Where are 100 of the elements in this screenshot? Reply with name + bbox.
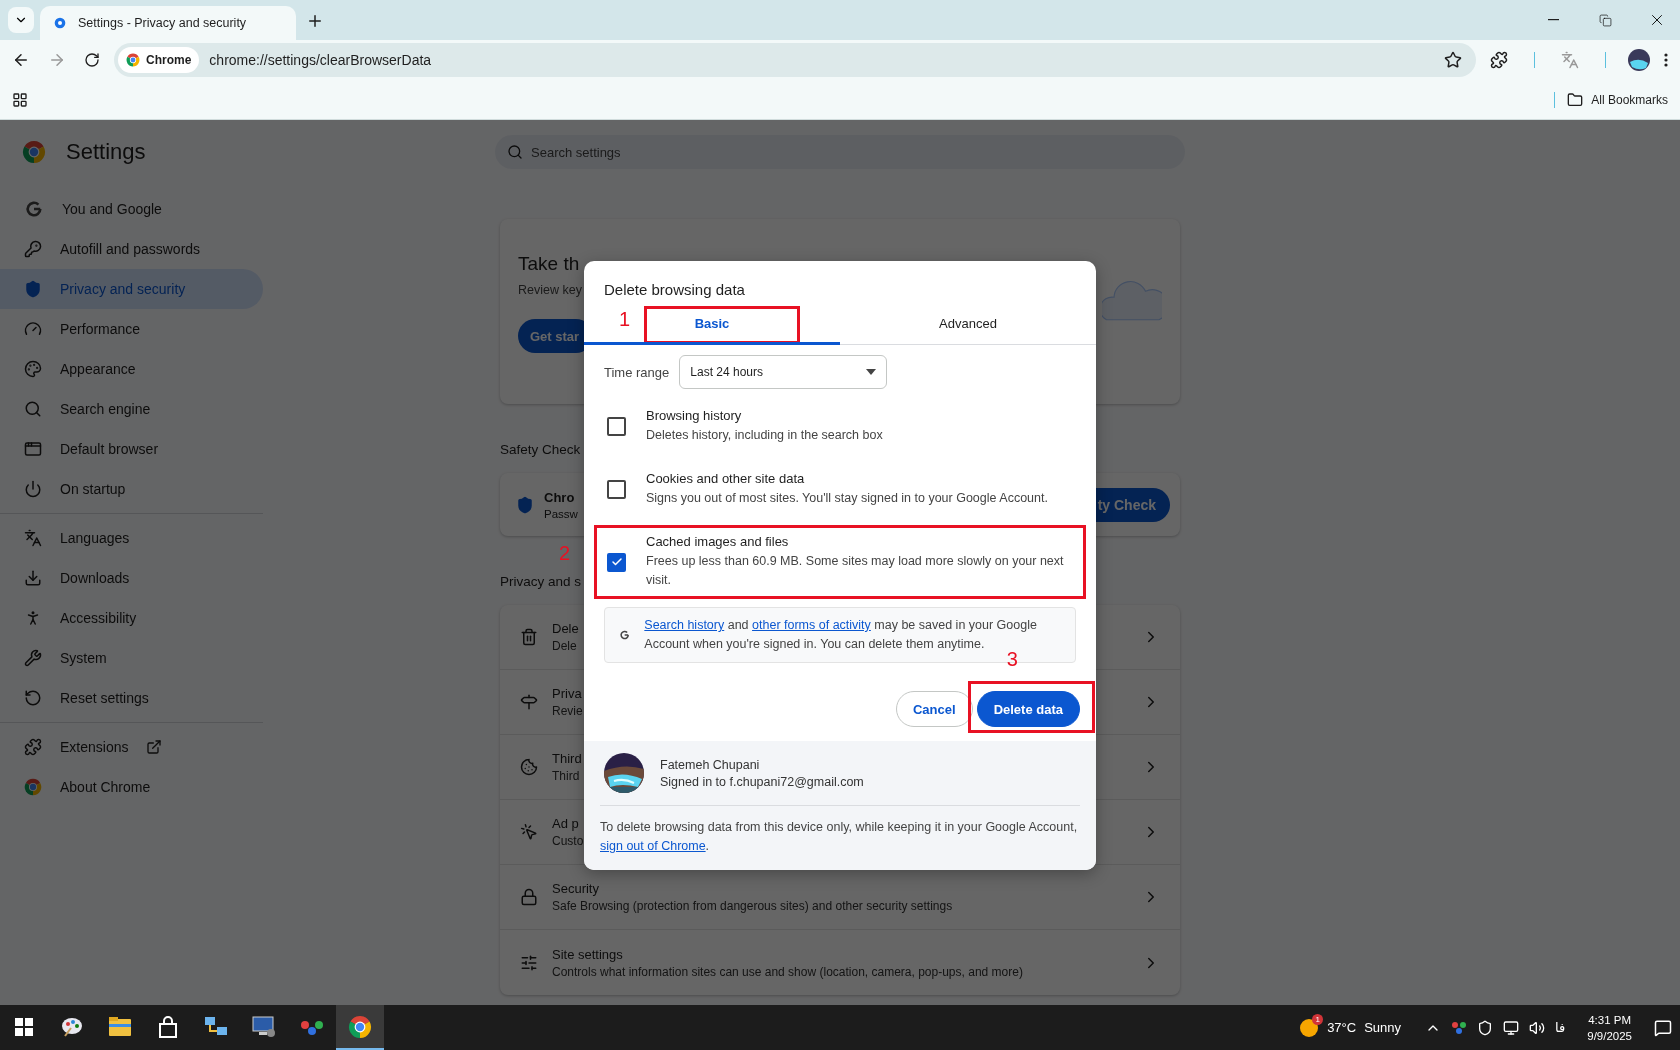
chrome-logo-icon (126, 53, 140, 67)
weather-text: Sunny (1364, 1020, 1402, 1035)
dialog-tab[interactable]: Advanced (840, 304, 1096, 345)
nav-item[interactable]: Autofill and passwords (0, 229, 263, 269)
checkbox[interactable] (607, 417, 626, 436)
dropdown-caret-icon (866, 369, 877, 375)
search-icon (507, 144, 523, 160)
chrome-logo-icon (348, 1014, 372, 1039)
avatar-icon[interactable] (1628, 49, 1650, 71)
nav-item[interactable]: Downloads (0, 558, 263, 598)
folder-icon (1567, 91, 1584, 108)
checkbox[interactable] (607, 552, 626, 572)
key-icon (24, 240, 42, 258)
row-title: Site settings (552, 946, 623, 962)
puzzle-icon (1490, 51, 1508, 69)
language-indicator: فا (1555, 1020, 1566, 1035)
nav-item[interactable]: Appearance (0, 349, 263, 389)
row-title: Ad p (552, 816, 579, 831)
url-text: chrome://settings/clearBrowserData (209, 52, 433, 68)
shield-icon[interactable] (1477, 1019, 1494, 1036)
dots-icon[interactable] (1451, 1020, 1468, 1035)
reload-icon (84, 52, 100, 68)
window-icon (24, 440, 42, 458)
arrow-right-icon (48, 51, 66, 69)
wrench-icon (24, 649, 42, 667)
bookmarks-folder[interactable]: All Bookmarks (1591, 92, 1668, 107)
site-chip[interactable]: Chrome (118, 47, 200, 73)
nav-item[interactable]: Default browser (0, 429, 263, 469)
row-title: Dele (552, 621, 579, 636)
page-title: Settings (66, 139, 146, 165)
apps-icon[interactable] (12, 91, 28, 108)
cloud-icon (1102, 279, 1162, 323)
link[interactable]: Search history (644, 618, 725, 632)
volume-icon[interactable] (1529, 1019, 1546, 1036)
row-text: Passw (544, 507, 578, 520)
row-text: Safe Browsing (protection from dangerous sites) and other security settings (552, 899, 953, 913)
account-email: Signed in to f.chupani72@gmail.com (660, 774, 864, 789)
row-title: Third (552, 751, 582, 766)
row-text: Controls what information sites can use and show (location, camera, pop-ups, and more) (552, 964, 1023, 979)
card-text: Review key (518, 283, 582, 297)
bookmark-star-icon[interactable] (1444, 51, 1462, 69)
cookie-icon (520, 758, 538, 776)
settings-row[interactable]: Site settings Controls what information sites can use and show (location, camera, pop-ups, and more) (500, 930, 1180, 995)
browser-tab[interactable]: Settings - Privacy and security (40, 6, 296, 40)
footer-text: To delete browsing data from this device only, while keeping it in your Google Account, sign out of Chrome. (600, 819, 1079, 855)
delete-data-button[interactable]: Delete data (976, 691, 1080, 727)
plus-icon (306, 12, 324, 30)
row-text: Custo (552, 834, 584, 848)
link[interactable]: other forms of activity (752, 618, 871, 632)
pointer-icon (520, 823, 538, 841)
clock[interactable]: 4:31 PM 9/9/2025 (1587, 1011, 1632, 1044)
option-text: Signs you out of most sites. You'll stay signed in to your Google Account. (646, 490, 1048, 507)
translate-icon (24, 529, 42, 547)
temperature-text: 37°C (1327, 1020, 1357, 1035)
search-field[interactable]: Search settings (495, 135, 1185, 169)
shield-icon (516, 495, 534, 514)
search-icon (24, 400, 42, 418)
address-bar[interactable]: Chrome chrome://settings/clearBrowserData (114, 43, 1476, 77)
nav-item[interactable]: System (0, 638, 263, 678)
reset-icon (24, 689, 42, 707)
nav-item[interactable]: Performance (0, 309, 263, 349)
sliders-icon (520, 953, 538, 972)
nav-item[interactable]: About Chrome (0, 767, 263, 807)
section-heading: Privacy and s (500, 574, 582, 589)
nav-item[interactable]: Accessibility (0, 598, 263, 638)
notifications-icon[interactable] (1654, 1018, 1672, 1037)
nav-item[interactable]: Reset settings (0, 678, 263, 718)
annotation-number: 2 (559, 542, 571, 564)
nav-item[interactable]: You and Google (0, 189, 263, 229)
tab-title: Settings - Privacy and security (78, 16, 247, 30)
row-text: Dele (552, 639, 577, 653)
google-g-icon (24, 199, 44, 219)
download-icon (24, 569, 42, 587)
time-range-select[interactable]: Last 24 hours (679, 355, 888, 389)
link[interactable]: sign out of Chrome (600, 839, 706, 853)
dialog-title: Delete browsing data (603, 280, 746, 300)
card-title: Take th (518, 253, 581, 275)
chrome-logo-icon (22, 140, 46, 164)
section-heading: Safety Check (500, 442, 581, 457)
tab-search-button[interactable] (8, 7, 34, 33)
power-icon (24, 480, 42, 498)
lock-icon (520, 888, 538, 906)
row-text: Revie (552, 704, 583, 718)
row-title: Security (552, 881, 599, 896)
annotation-number: 1 (619, 308, 631, 330)
nav-item[interactable]: Privacy and security (0, 269, 263, 309)
notification-badge: 1 (1312, 1013, 1324, 1025)
nav-item[interactable]: Extensions (0, 727, 263, 767)
windows-logo-icon (15, 1017, 33, 1036)
nav-item[interactable]: Languages (0, 518, 263, 558)
nav-item[interactable]: Search engine (0, 389, 263, 429)
nav-item[interactable]: On startup (0, 469, 263, 509)
palette-icon (24, 360, 42, 378)
row-text: Third (552, 769, 580, 783)
row-title: Priva (552, 686, 582, 701)
chrome-logo-icon (24, 778, 42, 796)
checkbox[interactable] (607, 480, 626, 499)
taskbar-button[interactable] (336, 1005, 384, 1050)
signpost-icon (520, 693, 538, 711)
time-text: 4:31 PM (1588, 1012, 1632, 1028)
